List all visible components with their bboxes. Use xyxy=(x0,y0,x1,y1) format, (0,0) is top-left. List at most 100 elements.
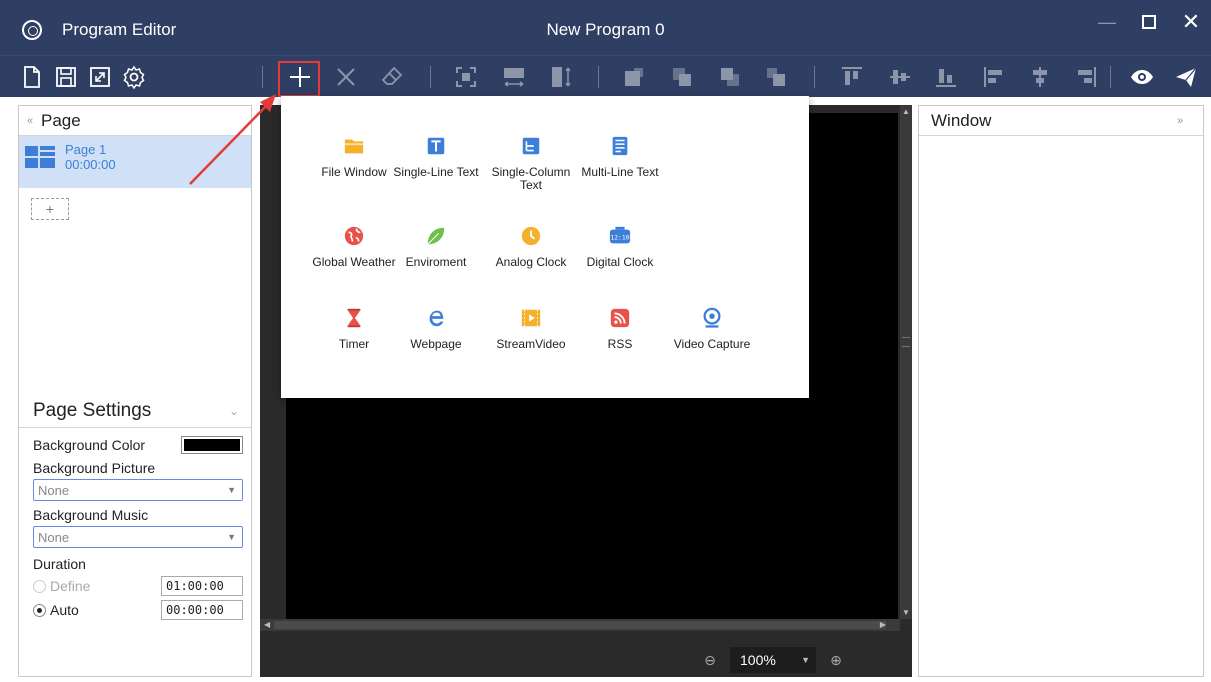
align-middle-button[interactable] xyxy=(886,63,914,91)
close-button[interactable]: ✕ xyxy=(1176,10,1206,34)
scroll-right-icon[interactable]: ▶ xyxy=(880,619,886,631)
minimize-button[interactable]: — xyxy=(1092,10,1122,34)
globe-icon xyxy=(344,226,364,246)
toolbar xyxy=(0,55,1211,97)
new-file-button[interactable] xyxy=(18,63,46,91)
scroll-thumb[interactable] xyxy=(274,621,886,629)
preview-button[interactable] xyxy=(1128,63,1156,91)
menu-item-label: Enviroment xyxy=(405,255,467,269)
menu-item-single-line-text[interactable]: Single-Line Text xyxy=(392,134,480,179)
align-top-icon xyxy=(842,67,862,85)
stretch-horizontal-button[interactable] xyxy=(500,63,528,91)
column-text-icon xyxy=(522,137,540,155)
menu-item-analog-clock[interactable]: Analog Clock xyxy=(487,224,575,269)
stretch-vertical-button[interactable] xyxy=(548,63,576,91)
film-icon xyxy=(521,309,541,327)
scroll-grip[interactable] xyxy=(902,337,910,347)
duration-auto-row: Auto 00:00:00 xyxy=(19,600,251,620)
app-title: Program Editor xyxy=(62,20,177,39)
layer-top-icon xyxy=(625,68,643,86)
toolbar-separator xyxy=(262,66,263,88)
toolbar-separator xyxy=(1110,66,1111,88)
scroll-up-icon[interactable]: ▲ xyxy=(900,107,912,116)
align-top-button[interactable] xyxy=(838,63,866,91)
menu-item-label: RSS xyxy=(607,337,633,351)
align-right-button[interactable] xyxy=(1072,63,1100,91)
page-settings-header[interactable]: Page Settings ⌄ xyxy=(19,394,251,428)
define-radio[interactable]: Define xyxy=(33,578,90,594)
color-swatch xyxy=(184,439,240,451)
new-file-icon xyxy=(24,66,40,88)
page-settings-title: Page Settings xyxy=(33,399,152,421)
align-left-button[interactable] xyxy=(980,63,1008,91)
auto-radio[interactable]: Auto xyxy=(33,602,79,618)
menu-item-label: Global Weather xyxy=(312,255,396,269)
toolbar-separator xyxy=(598,66,599,88)
zoom-in-icon[interactable]: ⊕ xyxy=(826,652,846,669)
layer-down-icon xyxy=(721,68,739,86)
document-title: New Program 0 xyxy=(546,20,665,39)
add-page-button[interactable]: + xyxy=(31,198,69,220)
collapse-panel-icon[interactable]: « xyxy=(19,115,41,127)
align-center-icon xyxy=(1033,67,1047,87)
add-window-menu: File Window Single-Line Text Single-Colu… xyxy=(281,96,809,398)
page-list-item[interactable]: Page 1 00:00:00 xyxy=(19,136,251,188)
background-picture-select[interactable]: None ▼ xyxy=(33,479,243,501)
resize-button[interactable] xyxy=(86,63,114,91)
folder-icon xyxy=(344,139,364,154)
menu-item-file-window[interactable]: File Window xyxy=(310,134,398,179)
align-left-icon xyxy=(984,67,1002,87)
radio-icon xyxy=(33,603,46,617)
menu-item-single-column-text[interactable]: Single-Column Text xyxy=(487,134,575,192)
menu-item-label: Multi-Line Text xyxy=(581,165,659,179)
background-music-select[interactable]: None ▼ xyxy=(33,526,243,548)
horizontal-scrollbar[interactable]: ◀ ▶ xyxy=(260,619,900,631)
background-music-value: None xyxy=(38,529,70,545)
menu-item-rss[interactable]: RSS xyxy=(576,306,664,351)
delete-button[interactable] xyxy=(332,63,360,91)
page-name: Page 1 xyxy=(65,142,107,157)
align-bottom-button[interactable] xyxy=(932,63,960,91)
stretch-vertical-icon xyxy=(552,67,571,87)
zoom-select[interactable]: 100% ▼ xyxy=(730,647,816,673)
menu-item-timer[interactable]: Timer xyxy=(310,306,398,351)
vertical-scrollbar[interactable]: ▲ ▼ xyxy=(900,105,912,619)
zoom-out-icon[interactable]: ⊖ xyxy=(700,652,720,669)
menu-item-global-weather[interactable]: Global Weather xyxy=(310,224,398,269)
align-center-button[interactable] xyxy=(1026,63,1054,91)
settings-button[interactable] xyxy=(120,63,148,91)
scroll-left-icon[interactable]: ◀ xyxy=(264,619,270,631)
menu-item-streamvideo[interactable]: StreamVideo xyxy=(487,306,575,351)
menu-item-multi-line-text[interactable]: Multi-Line Text xyxy=(576,134,664,179)
save-button[interactable] xyxy=(52,63,80,91)
page-thumbnail-icon xyxy=(25,146,55,168)
bring-forward-button[interactable] xyxy=(668,63,696,91)
save-icon xyxy=(56,67,76,87)
send-to-back-button[interactable] xyxy=(762,63,790,91)
auto-duration-input[interactable]: 00:00:00 xyxy=(161,600,243,620)
menu-item-enviroment[interactable]: Enviroment xyxy=(392,224,480,269)
eraser-icon xyxy=(381,66,403,85)
add-button-highlight xyxy=(278,61,320,97)
paper-plane-icon xyxy=(1176,67,1197,87)
menu-item-video-capture[interactable]: Video Capture xyxy=(668,306,756,351)
define-duration-input[interactable]: 01:00:00 xyxy=(161,576,243,596)
bring-to-front-button[interactable] xyxy=(620,63,648,91)
window-panel: Window » xyxy=(918,105,1204,677)
text-t-icon xyxy=(427,137,445,155)
scroll-down-icon[interactable]: ▼ xyxy=(900,608,912,617)
send-backward-button[interactable] xyxy=(716,63,744,91)
clear-button[interactable] xyxy=(378,63,406,91)
title-bar: Program Editor New Program 0 — ✕ xyxy=(0,0,1211,55)
menu-item-webpage[interactable]: Webpage xyxy=(392,306,480,351)
toolbar-separator xyxy=(814,66,815,88)
menu-item-digital-clock[interactable]: 12:10 Digital Clock xyxy=(576,224,664,269)
fit-screen-button[interactable] xyxy=(452,63,480,91)
digital-clock-icon: 12:10 xyxy=(609,226,631,244)
align-middle-icon xyxy=(890,70,910,84)
page-duration: 00:00:00 xyxy=(65,157,116,172)
background-color-picker[interactable] xyxy=(181,436,243,454)
expand-panel-icon[interactable]: » xyxy=(1169,115,1191,127)
maximize-button[interactable] xyxy=(1134,10,1164,34)
send-button[interactable] xyxy=(1172,63,1200,91)
